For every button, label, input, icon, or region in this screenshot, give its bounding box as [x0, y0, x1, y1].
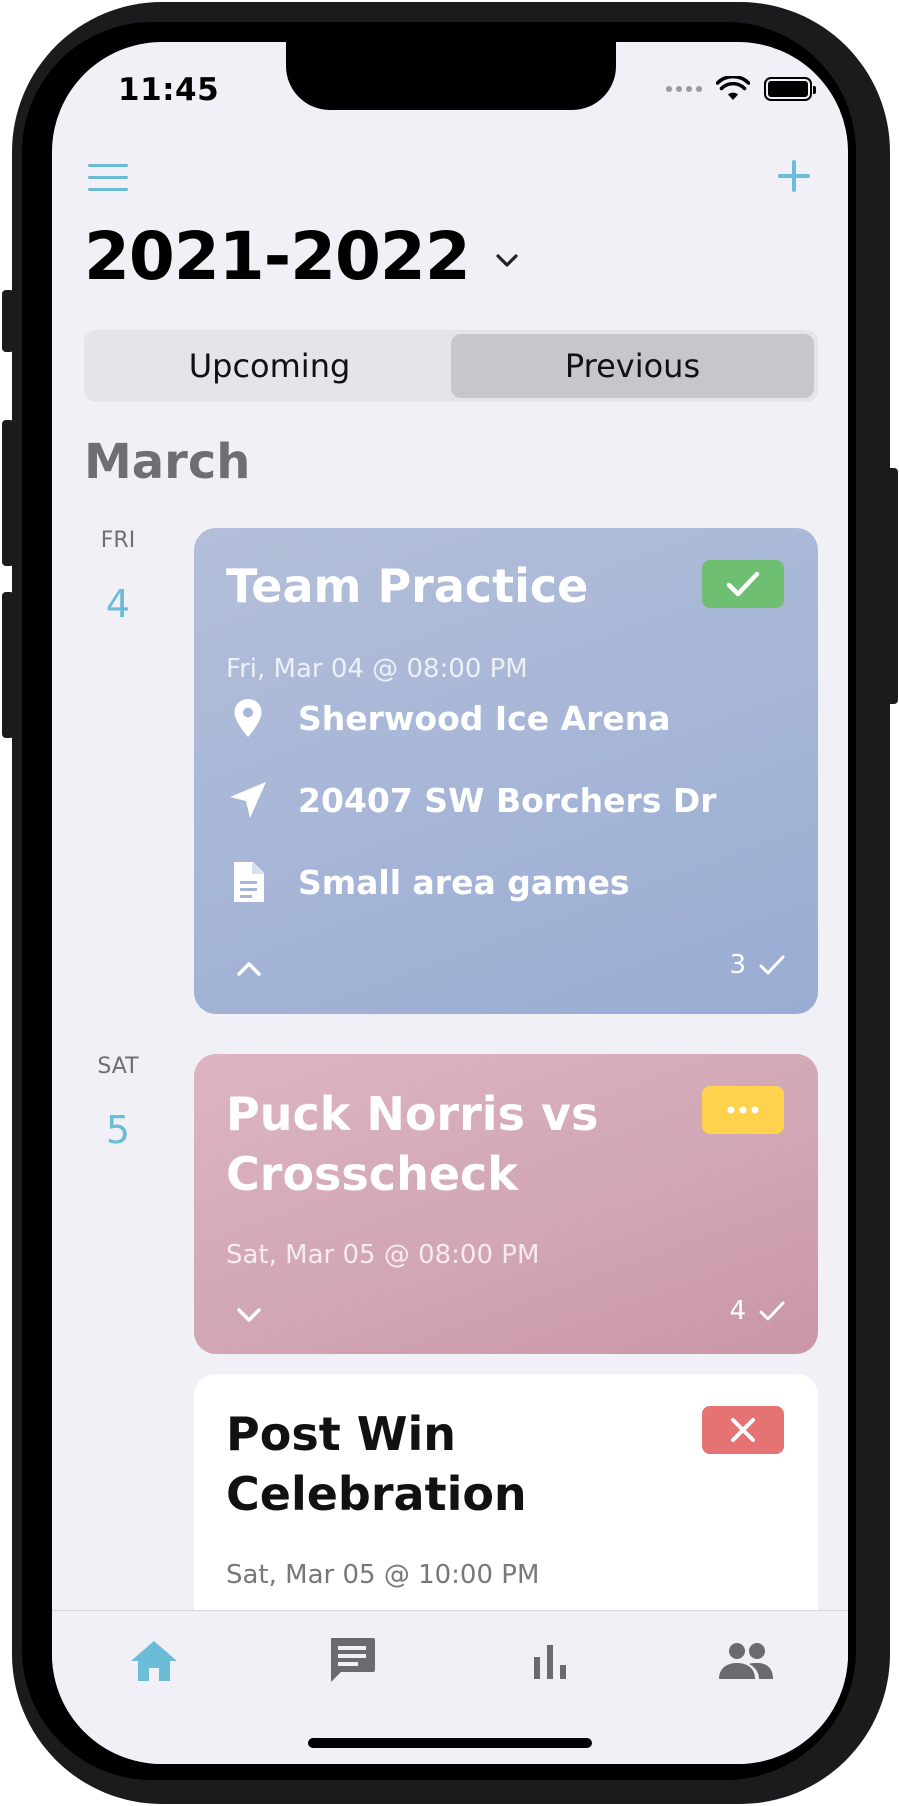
chevron-up-icon[interactable]: [234, 954, 264, 984]
season-selector[interactable]: 2021-2022: [84, 218, 520, 295]
home-icon: [131, 1641, 177, 1681]
tab-stats[interactable]: [520, 1633, 580, 1689]
menu-button[interactable]: [88, 164, 128, 194]
signal-dots-icon: [666, 86, 702, 92]
event-card[interactable]: Team Practice Fri, Mar 04 @ 08:00 PM She…: [194, 528, 818, 1014]
event-datetime: Sat, Mar 05 @ 10:00 PM: [226, 1560, 540, 1590]
event-address: 20407 SW Borchers Dr: [298, 780, 717, 820]
event-notes-row: Small area games: [226, 860, 630, 904]
document-icon: [226, 860, 270, 904]
chevron-down-icon[interactable]: [234, 1300, 264, 1330]
check-icon: [759, 955, 785, 975]
battery-icon: [764, 77, 816, 101]
app-screen: 11:45 2021-2022 Upcoming Previous March …: [52, 42, 848, 1764]
event-datetime: Sat, Mar 05 @ 08:00 PM: [226, 1240, 540, 1270]
close-icon: [731, 1418, 755, 1442]
attendance-count: 4: [729, 1296, 786, 1326]
add-event-button[interactable]: [774, 156, 814, 196]
event-title-line: Celebration: [226, 1467, 527, 1521]
check-icon: [759, 1301, 785, 1321]
day-of-week: FRI: [100, 528, 136, 553]
location-pin-icon: [226, 696, 270, 740]
volume-up-button: [2, 420, 14, 566]
checkmark-icon: [726, 571, 760, 597]
event-card[interactable]: Puck Norris vs Crosscheck Sat, Mar 05 @ …: [194, 1054, 818, 1354]
day-number: 5: [105, 1108, 131, 1152]
event-title-line: Post Win: [226, 1407, 456, 1461]
declined-badge[interactable]: [702, 1406, 784, 1454]
event-title: Team Practice: [226, 559, 589, 613]
event-title: Puck Norris vs Crosscheck: [226, 1084, 598, 1204]
event-address-row: 20407 SW Borchers Dr: [226, 778, 717, 822]
tab-home[interactable]: [124, 1633, 184, 1689]
tab-people[interactable]: [716, 1633, 776, 1689]
tab-previous[interactable]: Previous: [451, 334, 814, 398]
navigation-arrow-icon: [226, 778, 270, 822]
power-button: [886, 468, 898, 704]
chevron-down-icon: [496, 253, 518, 267]
event-datetime: Fri, Mar 04 @ 08:00 PM: [226, 654, 528, 684]
attendance-number: 3: [729, 950, 746, 980]
people-icon: [719, 1643, 773, 1679]
status-time: 11:45: [118, 72, 220, 108]
wifi-icon: [716, 76, 750, 100]
mute-switch: [2, 290, 14, 352]
chat-icon: [331, 1638, 375, 1682]
stats-icon: [534, 1645, 566, 1679]
event-location-row: Sherwood Ice Arena: [226, 696, 671, 740]
home-indicator: [308, 1738, 592, 1748]
event-title-line: Crosscheck: [226, 1147, 518, 1201]
day-number: 4: [105, 582, 131, 626]
tab-chat[interactable]: [322, 1633, 382, 1689]
month-header: March: [84, 434, 251, 490]
status-icons: [666, 76, 816, 102]
more-dots-icon: [727, 1106, 759, 1114]
season-title: 2021-2022: [84, 218, 471, 295]
event-title-line: Puck Norris vs: [226, 1087, 599, 1141]
event-notes: Small area games: [298, 862, 630, 902]
day-of-week: SAT: [97, 1054, 139, 1079]
tab-upcoming[interactable]: Upcoming: [88, 334, 451, 398]
event-location: Sherwood Ice Arena: [298, 698, 671, 738]
attending-badge[interactable]: [702, 560, 784, 608]
notch: [286, 42, 616, 110]
volume-down-button: [2, 592, 14, 738]
attendance-number: 4: [729, 1296, 746, 1326]
event-title: Post Win Celebration: [226, 1404, 527, 1524]
pending-badge[interactable]: [702, 1086, 784, 1134]
attendance-count: 3: [729, 950, 786, 980]
schedule-segmented-control: Upcoming Previous: [84, 330, 818, 402]
